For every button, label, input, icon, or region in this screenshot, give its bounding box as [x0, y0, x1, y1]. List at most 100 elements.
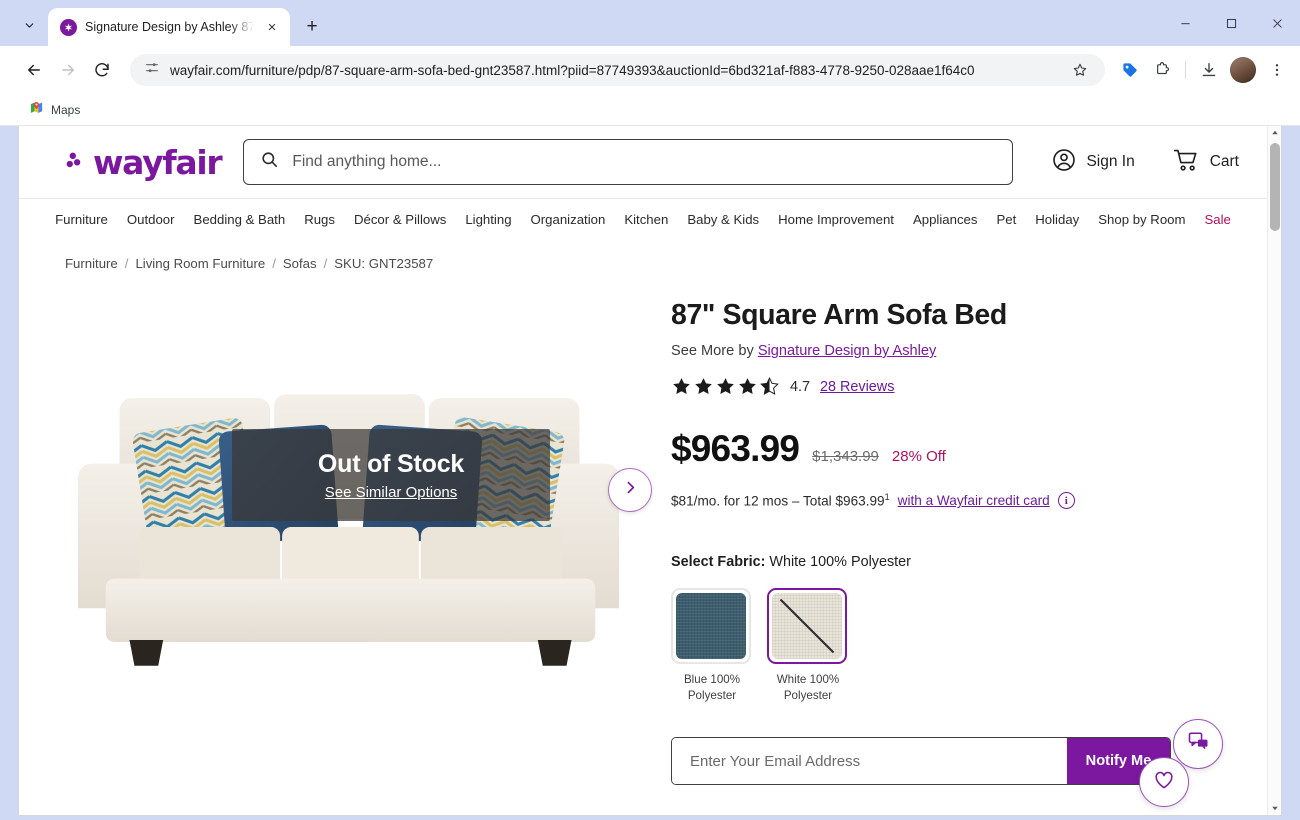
star-rating [671, 376, 780, 397]
wayfair-logo[interactable]: wayfair [65, 143, 223, 182]
nav-item-organization[interactable]: Organization [531, 212, 606, 227]
favorite-button[interactable] [1139, 757, 1189, 807]
nav-item-outdoor[interactable]: Outdoor [127, 212, 175, 227]
account-circle-icon [1051, 147, 1077, 178]
breadcrumb-separator: / [272, 256, 276, 271]
breadcrumb-item-living-room-furniture[interactable]: Living Room Furniture [135, 256, 265, 271]
sofa-illustration [77, 394, 619, 666]
bookmark-maps[interactable]: Maps [22, 97, 87, 123]
wayfair-favicon [60, 18, 77, 36]
original-price: $1,343.99 [812, 448, 879, 465]
financing-text: $81/mo. for 12 mos – Total $963.991 [671, 492, 890, 509]
swatch-label: Blue 100% Polyester [683, 673, 741, 702]
cart-button[interactable]: Cart [1173, 147, 1239, 178]
close-window-button[interactable] [1254, 3, 1300, 43]
email-input[interactable] [672, 738, 1067, 785]
fabric-selection-label: Select Fabric: White 100% Polyester [671, 554, 1237, 570]
credit-card-link[interactable]: with a Wayfair credit card [898, 493, 1050, 508]
tab-strip: Signature Design by Ashley 87" × + [0, 0, 1300, 46]
gallery-next-button[interactable] [608, 468, 652, 512]
nav-item-baby-kids[interactable]: Baby & Kids [687, 212, 759, 227]
discount-badge: 28% Off [891, 448, 946, 465]
forward-arrow-icon[interactable] [52, 54, 84, 86]
nav-item-holiday[interactable]: Holiday [1035, 212, 1079, 227]
nav-item-decor-pillows[interactable]: Décor & Pillows [354, 212, 446, 227]
nav-item-furniture[interactable]: Furniture [55, 212, 108, 227]
tab-close-icon[interactable]: × [262, 17, 282, 37]
site-header: wayfair Find anything home... Sign In Ca… [19, 126, 1267, 198]
back-arrow-icon[interactable] [18, 54, 50, 86]
unavailable-slash-icon [779, 598, 835, 654]
scroll-up-arrow-icon[interactable] [1268, 126, 1281, 140]
url-text: wayfair.com/furniture/pdp/87-square-arm-… [170, 62, 975, 78]
tab-search-chevron-down-icon[interactable] [14, 10, 44, 40]
star-icon[interactable] [1065, 55, 1095, 85]
tab-title: Signature Design by Ashley 87" [85, 20, 254, 34]
minimize-button[interactable] [1162, 3, 1208, 43]
category-nav: Furniture Outdoor Bedding & Bath Rugs Dé… [19, 198, 1267, 239]
extensions-icon[interactable] [1147, 55, 1177, 85]
chevron-right-icon [622, 479, 639, 501]
wayfair-page: wayfair Find anything home... Sign In Ca… [19, 126, 1267, 815]
swatch-color-fill [676, 593, 746, 659]
star-icon [695, 378, 712, 394]
nav-item-kitchen[interactable]: Kitchen [624, 212, 668, 227]
price-tag-icon[interactable] [1115, 55, 1145, 85]
breadcrumb-item-furniture[interactable]: Furniture [65, 256, 118, 271]
scrollbar-thumb[interactable] [1270, 143, 1280, 231]
reload-icon[interactable] [86, 54, 118, 86]
site-search-input[interactable]: Find anything home... [243, 139, 1014, 185]
nav-item-pet[interactable]: Pet [996, 212, 1016, 227]
swatch-thumbnail[interactable] [767, 588, 847, 664]
nav-item-sale[interactable]: Sale [1204, 212, 1230, 227]
fabric-swatch-blue[interactable]: Blue 100% Polyester [671, 588, 753, 703]
address-bar[interactable]: wayfair.com/furniture/pdp/87-square-arm-… [130, 54, 1105, 86]
breadcrumb-separator: / [124, 256, 129, 271]
tune-icon[interactable] [144, 60, 160, 81]
nav-item-lighting[interactable]: Lighting [465, 212, 511, 227]
window-controls [1162, 0, 1300, 46]
fabric-label-text: Select Fabric: [671, 554, 766, 570]
info-icon[interactable]: i [1057, 492, 1075, 509]
new-tab-button[interactable]: + [298, 13, 326, 41]
nav-item-home-improvement[interactable]: Home Improvement [778, 212, 894, 227]
product-detail-layout: Out of Stock See Similar Options 87" Squ… [19, 271, 1267, 786]
breadcrumb-item-sofas[interactable]: Sofas [283, 256, 317, 271]
nav-item-appliances[interactable]: Appliances [913, 212, 978, 227]
out-of-stock-title: Out of Stock [317, 449, 465, 478]
brand-link[interactable]: Signature Design by Ashley [758, 343, 936, 359]
product-image[interactable]: Out of Stock See Similar Options [49, 321, 652, 741]
swatch-label: White 100% Polyester [776, 673, 840, 702]
browser-tab[interactable]: Signature Design by Ashley 87" × [48, 8, 290, 46]
see-similar-options-link[interactable]: See Similar Options [325, 484, 458, 501]
current-price: $963.99 [671, 428, 800, 469]
fabric-selected-value: White 100% Polyester [769, 554, 911, 570]
maps-icon [29, 100, 44, 120]
fabric-swatch-list: Blue 100% Polyester White 100% Polyester [671, 588, 1237, 703]
see-more-prefix: See More by [671, 343, 754, 359]
breadcrumb: Furniture / Living Room Furniture / Sofa… [19, 239, 1267, 271]
wayfair-logo-mark [66, 152, 81, 168]
downloads-icon[interactable] [1194, 55, 1224, 85]
chat-button[interactable] [1173, 719, 1223, 769]
maximize-button[interactable] [1208, 3, 1254, 43]
bookmark-label: Maps [51, 102, 81, 117]
breadcrumb-item-sku: SKU: GNT23587 [334, 256, 434, 271]
browser-window: Signature Design by Ashley 87" × + wayfa… [0, 0, 1300, 820]
page-scrollbar[interactable] [1267, 126, 1281, 815]
profile-avatar[interactable] [1230, 57, 1256, 83]
site-search-placeholder: Find anything home... [292, 153, 442, 170]
more-menu-icon[interactable] [1262, 55, 1292, 85]
fabric-swatch-white[interactable]: White 100% Polyester [767, 588, 849, 703]
swatch-thumbnail[interactable] [671, 588, 751, 664]
nav-item-rugs[interactable]: Rugs [304, 212, 335, 227]
sign-in-button[interactable]: Sign In [1051, 147, 1135, 178]
product-info: 87" Square Arm Sofa Bed See More by Sign… [671, 293, 1237, 786]
reviews-link[interactable]: 28 Reviews [820, 379, 894, 395]
nav-item-bedding-bath[interactable]: Bedding & Bath [194, 212, 286, 227]
rating-row: 4.7 28 Reviews [671, 376, 1237, 397]
nav-item-shop-by-room[interactable]: Shop by Room [1098, 212, 1185, 227]
scroll-down-arrow-icon[interactable] [1268, 801, 1281, 815]
heart-icon [1153, 769, 1175, 796]
star-half-icon [760, 376, 779, 395]
